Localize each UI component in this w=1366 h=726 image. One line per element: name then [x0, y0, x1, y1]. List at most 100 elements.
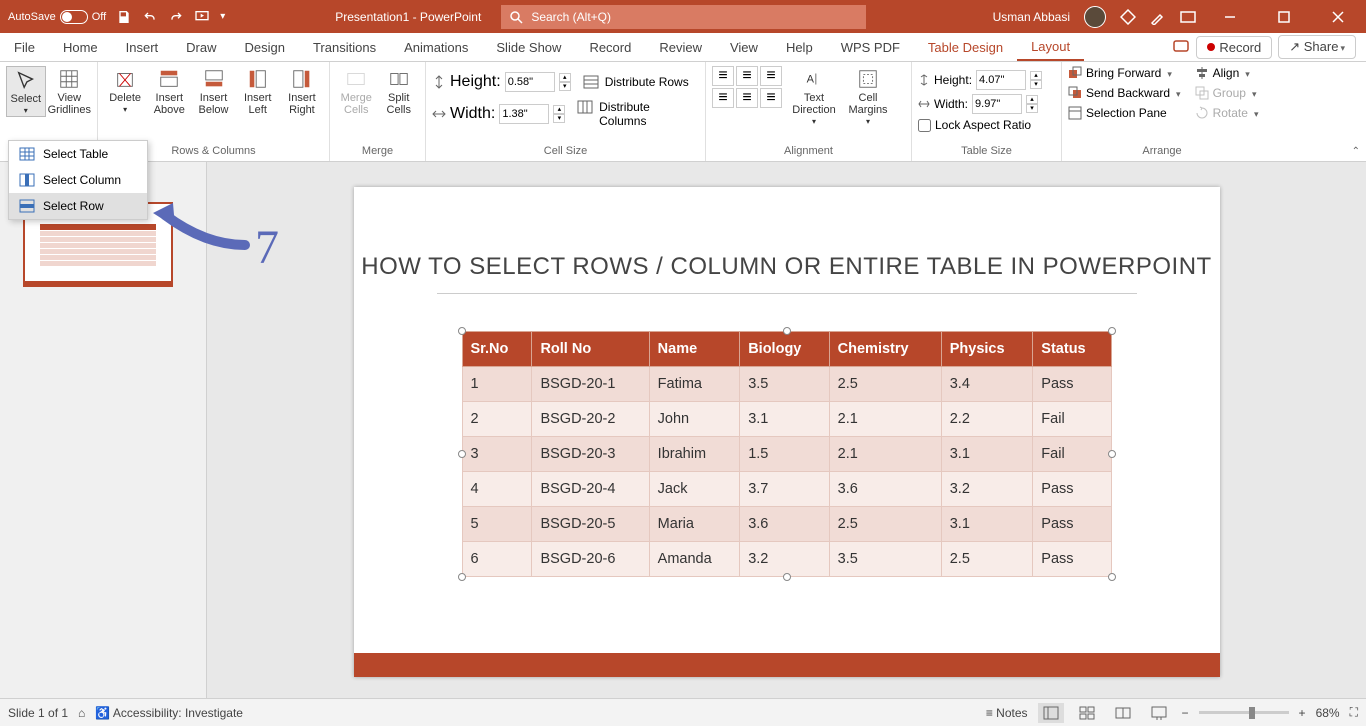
normal-view-button[interactable]: [1038, 703, 1064, 723]
table-header[interactable]: Chemistry: [829, 332, 941, 367]
tab-transitions[interactable]: Transitions: [299, 33, 390, 61]
ribbon-display-icon[interactable]: [1180, 9, 1196, 25]
sorter-view-button[interactable]: [1074, 703, 1100, 723]
table-cell[interactable]: 3.1: [941, 437, 1033, 472]
selection-handle[interactable]: [1108, 573, 1116, 581]
distribute-rows-button[interactable]: Distribute Rows: [583, 75, 689, 89]
group-button[interactable]: Group: [1195, 86, 1259, 100]
table-cell[interactable]: Ibrahim: [649, 437, 740, 472]
redo-icon[interactable]: [168, 9, 184, 25]
reading-view-button[interactable]: [1110, 703, 1136, 723]
table-cell[interactable]: 3.1: [740, 402, 829, 437]
save-icon[interactable]: [116, 9, 132, 25]
tab-draw[interactable]: Draw: [172, 33, 230, 61]
table-row[interactable]: 2BSGD-20-2John3.12.12.2Fail: [462, 402, 1111, 437]
alignment-grid[interactable]: ≡≡≡≡≡≡: [712, 66, 782, 108]
table-cell[interactable]: 3.4: [941, 367, 1033, 402]
table-cell[interactable]: 1: [462, 367, 532, 402]
table-cell[interactable]: Fail: [1033, 402, 1111, 437]
notes-button[interactable]: ≡ Notes: [986, 706, 1028, 720]
user-name[interactable]: Usman Abbasi: [993, 10, 1070, 24]
table-cell[interactable]: 2.1: [829, 402, 941, 437]
cell-height-input[interactable]: Height: ▴▾: [432, 72, 571, 92]
table-height-input[interactable]: Height:▴▾: [918, 70, 1042, 90]
selection-handle[interactable]: [1108, 327, 1116, 335]
text-direction-button[interactable]: AText Direction▾: [792, 66, 836, 127]
table-cell[interactable]: Amanda: [649, 542, 740, 577]
tab-table-design[interactable]: Table Design: [914, 33, 1017, 61]
accessibility-status[interactable]: ♿ Accessibility: Investigate: [95, 706, 243, 720]
zoom-out-button[interactable]: −: [1182, 706, 1189, 720]
selection-handle[interactable]: [783, 327, 791, 335]
table-cell[interactable]: 3.7: [740, 472, 829, 507]
table-cell[interactable]: BSGD-20-6: [532, 542, 649, 577]
tab-help[interactable]: Help: [772, 33, 827, 61]
table-row[interactable]: 4BSGD-20-4Jack3.73.63.2Pass: [462, 472, 1111, 507]
table-width-input[interactable]: Width:▴▾: [918, 94, 1038, 114]
table-header[interactable]: Physics: [941, 332, 1033, 367]
table-cell[interactable]: BSGD-20-5: [532, 507, 649, 542]
qat-more-icon[interactable]: ▾: [220, 11, 225, 22]
table-cell[interactable]: BSGD-20-2: [532, 402, 649, 437]
table-cell[interactable]: 3.6: [740, 507, 829, 542]
selection-handle[interactable]: [1108, 450, 1116, 458]
zoom-in-button[interactable]: +: [1299, 706, 1306, 720]
slide-title[interactable]: HOW TO SELECT ROWS / COLUMN OR ENTIRE TA…: [354, 187, 1220, 281]
delete-button[interactable]: Delete▾: [104, 66, 146, 115]
table-cell[interactable]: 2.5: [941, 542, 1033, 577]
table-cell[interactable]: 2.5: [829, 507, 941, 542]
table-cell[interactable]: 2: [462, 402, 532, 437]
table-object[interactable]: Sr.NoRoll NoNameBiologyChemistryPhysicsS…: [462, 331, 1112, 577]
tab-wps[interactable]: WPS PDF: [827, 33, 914, 61]
selection-handle[interactable]: [458, 450, 466, 458]
table-header[interactable]: Roll No: [532, 332, 649, 367]
align-button[interactable]: Align: [1195, 66, 1259, 80]
slide[interactable]: HOW TO SELECT ROWS / COLUMN OR ENTIRE TA…: [354, 187, 1220, 677]
table-cell[interactable]: Pass: [1033, 367, 1111, 402]
table-cell[interactable]: 5: [462, 507, 532, 542]
tab-animations[interactable]: Animations: [390, 33, 482, 61]
table-header[interactable]: Name: [649, 332, 740, 367]
search-box[interactable]: Search (Alt+Q): [501, 5, 866, 29]
table-header[interactable]: Status: [1033, 332, 1111, 367]
table-cell[interactable]: 3.2: [740, 542, 829, 577]
send-backward-button[interactable]: Send Backward: [1068, 86, 1181, 100]
tab-home[interactable]: Home: [49, 33, 112, 61]
insert-left-button[interactable]: Insert Left: [237, 66, 279, 116]
table-cell[interactable]: Jack: [649, 472, 740, 507]
table-cell[interactable]: BSGD-20-1: [532, 367, 649, 402]
table-cell[interactable]: BSGD-20-3: [532, 437, 649, 472]
selection-handle[interactable]: [458, 327, 466, 335]
slide-canvas[interactable]: HOW TO SELECT ROWS / COLUMN OR ENTIRE TA…: [207, 162, 1366, 698]
table-cell[interactable]: 4: [462, 472, 532, 507]
tab-insert[interactable]: Insert: [112, 33, 173, 61]
zoom-slider[interactable]: [1199, 711, 1289, 714]
autosave-toggle[interactable]: AutoSave Off: [8, 10, 106, 24]
tab-design[interactable]: Design: [231, 33, 299, 61]
table-header[interactable]: Sr.No: [462, 332, 532, 367]
selection-handle[interactable]: [458, 573, 466, 581]
lock-aspect-checkbox[interactable]: Lock Aspect Ratio: [918, 118, 1031, 132]
table-cell[interactable]: 3.5: [740, 367, 829, 402]
close-button[interactable]: [1318, 0, 1358, 33]
table-cell[interactable]: Fatima: [649, 367, 740, 402]
table-cell[interactable]: 3.6: [829, 472, 941, 507]
table-cell[interactable]: Pass: [1033, 542, 1111, 577]
undo-icon[interactable]: [142, 9, 158, 25]
rotate-button[interactable]: Rotate: [1195, 106, 1259, 120]
select-column-item[interactable]: Select Column: [9, 167, 147, 193]
tab-layout[interactable]: Layout: [1017, 33, 1084, 61]
selection-pane-button[interactable]: Selection Pane: [1068, 106, 1181, 120]
record-button[interactable]: Record: [1196, 36, 1272, 59]
tab-record[interactable]: Record: [575, 33, 645, 61]
language-icon[interactable]: ⌂: [78, 706, 85, 720]
collapse-ribbon-icon[interactable]: ⌃: [1352, 146, 1360, 157]
selection-handle[interactable]: [783, 573, 791, 581]
distribute-cols-button[interactable]: Distribute Columns: [577, 100, 699, 128]
table-row[interactable]: 3BSGD-20-3Ibrahim1.52.13.1Fail: [462, 437, 1111, 472]
table-row[interactable]: 6BSGD-20-6Amanda3.23.52.5Pass: [462, 542, 1111, 577]
table-row[interactable]: 5BSGD-20-5Maria3.62.53.1Pass: [462, 507, 1111, 542]
table-cell[interactable]: Maria: [649, 507, 740, 542]
select-button[interactable]: Select▾: [6, 66, 46, 117]
minimize-button[interactable]: [1210, 0, 1250, 33]
